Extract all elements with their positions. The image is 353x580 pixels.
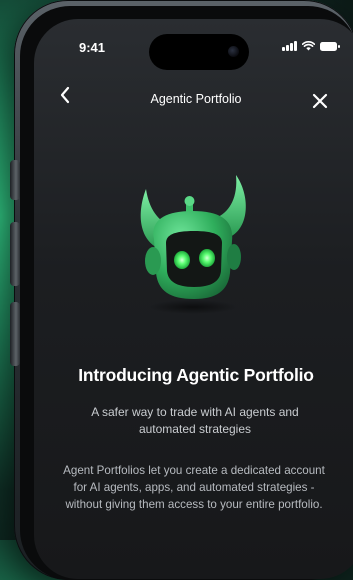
dynamic-island bbox=[149, 34, 249, 70]
subtitle: A safer way to trade with AI agents and … bbox=[91, 405, 299, 436]
page-title: Agentic Portfolio bbox=[150, 92, 242, 106]
volume-up-button bbox=[10, 222, 20, 286]
volume-down-button bbox=[10, 302, 20, 366]
signal-icon bbox=[282, 41, 297, 51]
headline: Introducing Agentic Portfolio bbox=[78, 365, 314, 385]
battery-icon bbox=[319, 42, 340, 51]
action-button bbox=[10, 160, 20, 200]
camera-icon bbox=[228, 46, 239, 57]
description: Agent Portfolios let you create a dedica… bbox=[63, 464, 325, 511]
status-time: 9:41 bbox=[79, 40, 106, 55]
close-icon[interactable] bbox=[310, 91, 330, 111]
robot-mascot-icon bbox=[140, 175, 246, 314]
wifi-icon bbox=[301, 41, 315, 51]
app-screen: 9:41 Agentic Portfolio Introducing Agent… bbox=[34, 19, 353, 579]
status-icons bbox=[282, 41, 340, 51]
